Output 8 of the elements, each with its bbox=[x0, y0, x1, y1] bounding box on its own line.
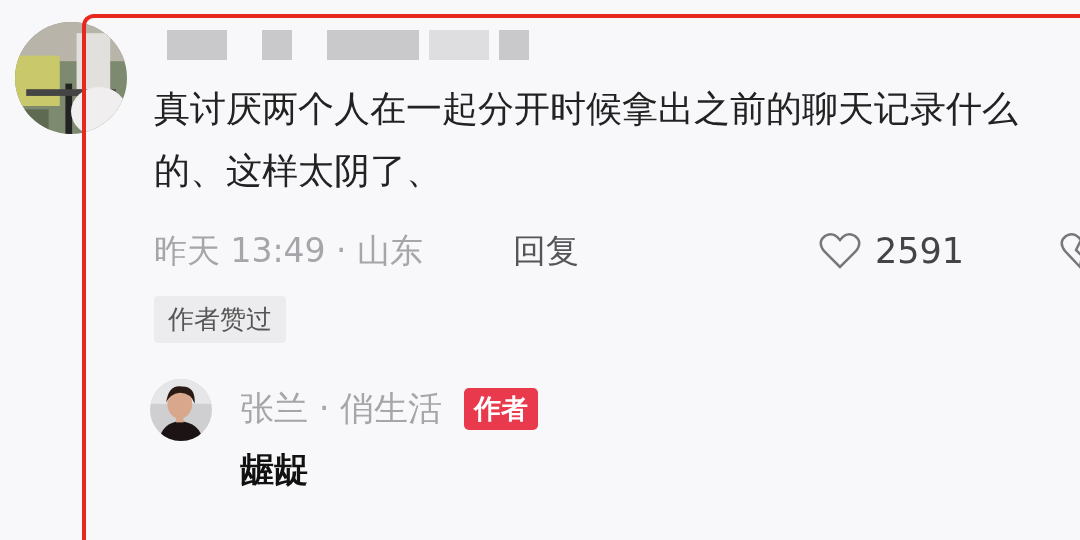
author-badge: 作者 bbox=[464, 388, 539, 430]
author-liked-tag: 作者赞过 bbox=[154, 296, 286, 343]
like-count: 2591 bbox=[875, 231, 965, 271]
reply-text: 龌龊 bbox=[240, 448, 309, 491]
comment-time: 昨天 13:49 · 山东 bbox=[154, 229, 424, 272]
comment-text: 真讨厌两个人在一起分开时候拿出之前的聊天记录什么的、这样太阴了、 bbox=[154, 87, 1019, 193]
reply-button[interactable]: 回复 bbox=[513, 228, 580, 274]
reply-author-name: 张兰 · 俏生活 bbox=[240, 387, 443, 430]
